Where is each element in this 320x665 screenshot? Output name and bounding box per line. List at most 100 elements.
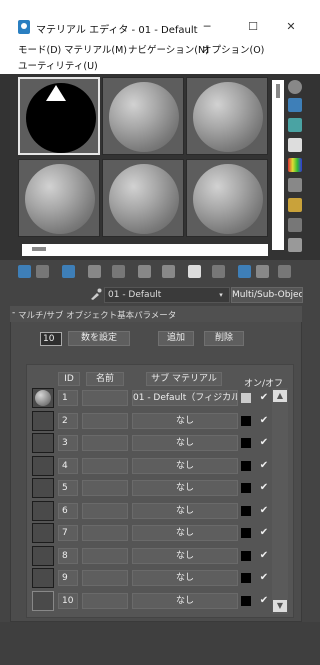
- navigator-icon[interactable]: [278, 265, 291, 278]
- color-swatch[interactable]: [241, 528, 251, 538]
- sub-material-thumbnail[interactable]: [32, 568, 54, 588]
- video-color-check-icon[interactable]: [288, 158, 302, 172]
- enable-checkbox[interactable]: ✔: [258, 437, 270, 449]
- id-cell[interactable]: 5: [58, 480, 78, 496]
- material-name-field[interactable]: 01 - Default: [104, 287, 230, 303]
- sub-material-button[interactable]: なし: [132, 480, 238, 496]
- eyedropper-icon[interactable]: [90, 288, 102, 300]
- slot-vertical-thumb[interactable]: [276, 84, 280, 98]
- name-cell[interactable]: [82, 548, 128, 564]
- sample-slot-1[interactable]: [18, 77, 100, 155]
- scroll-down-icon[interactable]: ▼: [273, 600, 287, 612]
- name-cell[interactable]: [82, 390, 128, 406]
- uv-tiling-icon[interactable]: [288, 138, 302, 152]
- color-swatch[interactable]: [241, 483, 251, 493]
- color-swatch[interactable]: [241, 596, 251, 606]
- sub-material-button[interactable]: 01 - Default（フィジカル マテ: [132, 390, 238, 406]
- rollout-collapse-toggle[interactable]: -: [12, 308, 15, 318]
- sub-material-thumbnail[interactable]: [32, 411, 54, 431]
- show-end-result-icon[interactable]: [212, 265, 225, 278]
- sub-material-button[interactable]: なし: [132, 413, 238, 429]
- sub-material-thumbnail[interactable]: [32, 546, 54, 566]
- enable-checkbox[interactable]: ✔: [258, 550, 270, 562]
- name-column-header[interactable]: 名前: [86, 372, 124, 386]
- enable-checkbox[interactable]: ✔: [258, 460, 270, 472]
- menu-mode[interactable]: モード(D): [18, 42, 61, 56]
- name-cell[interactable]: [82, 503, 128, 519]
- menu-material[interactable]: マテリアル(M): [64, 42, 127, 56]
- color-swatch[interactable]: [241, 551, 251, 561]
- name-cell[interactable]: [82, 593, 128, 609]
- enable-checkbox[interactable]: ✔: [258, 415, 270, 427]
- add-button[interactable]: 追加: [158, 331, 194, 346]
- enable-checkbox[interactable]: ✔: [258, 572, 270, 584]
- minimize-button[interactable]: ─: [184, 16, 230, 38]
- menu-navigation[interactable]: ナビゲーション(N): [128, 42, 209, 56]
- id-cell[interactable]: 10: [58, 593, 78, 609]
- sub-material-button[interactable]: なし: [132, 548, 238, 564]
- id-cell[interactable]: 7: [58, 525, 78, 541]
- enable-checkbox[interactable]: ✔: [258, 482, 270, 494]
- id-cell[interactable]: 4: [58, 458, 78, 474]
- sub-material-button[interactable]: なし: [132, 525, 238, 541]
- sub-material-count-input[interactable]: 10: [40, 332, 62, 346]
- id-cell[interactable]: 9: [58, 570, 78, 586]
- make-preview-icon[interactable]: [288, 178, 302, 192]
- enable-checkbox[interactable]: ✔: [258, 527, 270, 539]
- menu-options[interactable]: オプション(O): [202, 42, 264, 56]
- sub-material-button[interactable]: なし: [132, 593, 238, 609]
- sub-material-button[interactable]: なし: [132, 570, 238, 586]
- id-cell[interactable]: 2: [58, 413, 78, 429]
- material-map-navigator-icon[interactable]: [288, 238, 302, 252]
- delete-button[interactable]: 削除: [204, 331, 244, 346]
- enable-checkbox[interactable]: ✔: [258, 505, 270, 517]
- name-cell[interactable]: [82, 435, 128, 451]
- get-material-icon[interactable]: [18, 265, 31, 278]
- sample-slot-4[interactable]: [18, 159, 100, 237]
- id-cell[interactable]: 1: [58, 390, 78, 406]
- name-cell[interactable]: [82, 525, 128, 541]
- slot-horizontal-thumb[interactable]: [32, 247, 46, 251]
- menu-utilities[interactable]: ユーティリティ(U): [18, 58, 98, 72]
- sub-material-thumbnail[interactable]: [32, 501, 54, 521]
- sample-slot-5[interactable]: [102, 159, 184, 237]
- reset-map-icon[interactable]: [88, 265, 101, 278]
- color-swatch[interactable]: [241, 461, 251, 471]
- sub-material-thumbnail[interactable]: [32, 591, 54, 611]
- go-to-parent-icon[interactable]: [238, 265, 251, 278]
- id-cell[interactable]: 6: [58, 503, 78, 519]
- sub-material-thumbnail[interactable]: [32, 388, 54, 408]
- show-shaded-icon[interactable]: [188, 265, 201, 278]
- make-unique-icon[interactable]: [112, 265, 125, 278]
- material-type-button[interactable]: Multi/Sub-Object: [231, 287, 303, 303]
- id-cell[interactable]: 3: [58, 435, 78, 451]
- name-cell[interactable]: [82, 570, 128, 586]
- put-to-scene-icon[interactable]: [36, 265, 49, 278]
- close-button[interactable]: ✕: [268, 16, 314, 38]
- enable-checkbox[interactable]: ✔: [258, 392, 270, 404]
- options-icon[interactable]: [288, 198, 302, 212]
- background-icon[interactable]: [288, 118, 302, 132]
- list-scrollbar[interactable]: [272, 388, 288, 614]
- sample-type-icon[interactable]: [288, 80, 302, 94]
- assign-to-selection-icon[interactable]: [62, 265, 75, 278]
- put-to-library-icon[interactable]: [138, 265, 151, 278]
- color-swatch[interactable]: [241, 438, 251, 448]
- slot-horizontal-scrollbar[interactable]: [22, 244, 268, 256]
- id-column-header[interactable]: ID: [58, 372, 80, 386]
- color-swatch[interactable]: [241, 506, 251, 516]
- name-cell[interactable]: [82, 480, 128, 496]
- sub-material-thumbnail[interactable]: [32, 478, 54, 498]
- name-cell[interactable]: [82, 458, 128, 474]
- sample-slot-2[interactable]: [102, 77, 184, 155]
- name-cell[interactable]: [82, 413, 128, 429]
- id-cell[interactable]: 8: [58, 548, 78, 564]
- sub-material-column-header[interactable]: サブ マテリアル: [146, 372, 222, 386]
- slot-vertical-scrollbar[interactable]: [272, 80, 284, 250]
- sub-material-button[interactable]: なし: [132, 458, 238, 474]
- set-count-button[interactable]: 数を設定: [68, 331, 130, 346]
- sample-slot-6[interactable]: [186, 159, 268, 237]
- backlight-icon[interactable]: [288, 98, 302, 112]
- sub-material-button[interactable]: なし: [132, 435, 238, 451]
- scroll-up-icon[interactable]: ▲: [273, 390, 287, 402]
